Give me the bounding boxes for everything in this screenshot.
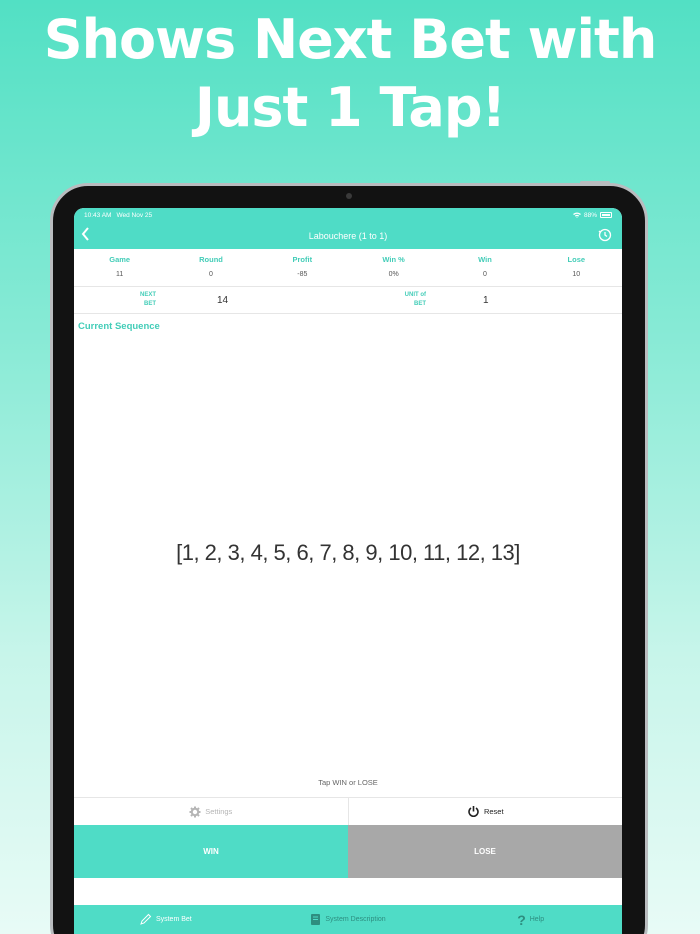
tab-label: System Bet <box>155 916 192 923</box>
tab-system-description[interactable]: System Description <box>257 905 440 934</box>
power-icon <box>468 806 479 817</box>
win-button[interactable]: WIN <box>74 825 348 878</box>
pencil-icon <box>140 913 152 925</box>
stat-value: 0 <box>209 271 213 278</box>
status-time: 10:43 AM <box>84 211 112 219</box>
stat-value: 0% <box>388 271 399 278</box>
next-bet-label-line-2: BET <box>144 301 156 307</box>
unit-bet-label-line-1: UNIT of <box>404 292 426 298</box>
app-screen: 10:43 AM Wed Nov 25 88% Labouchere (1 to… <box>74 208 622 934</box>
reset-button[interactable]: Reset <box>349 798 623 825</box>
next-bet-value: 14 <box>217 295 229 306</box>
tab-label: System Description <box>325 916 386 923</box>
stat-value: 11 <box>116 271 124 278</box>
status-date: Wed Nov 25 <box>116 211 153 219</box>
stat-label: Lose <box>567 255 586 264</box>
battery-icon <box>600 212 612 218</box>
stat-value: -85 <box>297 271 308 278</box>
stats-row: Game 11 Round 0 Profit -85 Win % 0% Win 0 Los… <box>74 249 622 287</box>
result-buttons: WIN LOSE <box>74 825 622 878</box>
stat-lose: Lose 10 <box>531 249 622 286</box>
unit-bet-label-line-2: BET <box>414 301 426 307</box>
chevron-left-icon[interactable] <box>80 226 90 246</box>
unit-bet-label: UNIT of BET <box>392 291 426 309</box>
current-sequence: [1, 2, 3, 4, 5, 6, 7, 8, 9, 10, 11, 12, … <box>176 540 520 565</box>
stat-value: 10 <box>572 271 581 278</box>
headline: Shows Next Bet with Just 1 Tap! <box>0 6 700 142</box>
tab-label: Help <box>529 916 545 923</box>
tab-help[interactable]: ? Help <box>439 905 622 934</box>
tap-hint: Tap WIN or LOSE <box>318 778 378 787</box>
lose-button[interactable]: LOSE <box>348 825 622 878</box>
bet-row: NEXT BET 14 UNIT of BET 1 <box>74 287 622 314</box>
battery-percent: 88% <box>583 211 597 219</box>
stat-label: Round <box>199 255 223 264</box>
status-bar: 10:43 AM Wed Nov 25 88% <box>74 208 622 222</box>
unit-bet-value: 1 <box>483 295 489 306</box>
stat-label: Win <box>478 255 492 264</box>
gear-icon <box>189 806 201 817</box>
clock-history-icon[interactable] <box>598 228 612 244</box>
wifi-icon <box>572 212 581 218</box>
camera-icon <box>346 193 352 199</box>
next-bet-label: NEXT BET <box>134 291 156 309</box>
stat-label: Win % <box>382 255 405 264</box>
reset-label: Reset <box>483 807 504 816</box>
power-button <box>580 181 610 184</box>
page-title: Labouchere (1 to 1) <box>308 230 388 241</box>
next-bet-label-line-1: NEXT <box>139 292 156 298</box>
action-row: Settings Reset <box>74 797 622 825</box>
stat-win-percent: Win % 0% <box>348 249 439 286</box>
stat-value: 0 <box>483 271 487 278</box>
headline-line-2: Just 1 Tap! <box>194 76 506 139</box>
tab-system-bet[interactable]: System Bet <box>74 905 257 934</box>
nav-bar: Labouchere (1 to 1) <box>74 222 622 249</box>
tab-bar: System Bet System Description ? Help <box>74 905 622 934</box>
stat-label: Game <box>109 255 131 264</box>
stat-game: Game 11 <box>74 249 165 286</box>
sequence-title: Current Sequence <box>78 321 160 332</box>
settings-button[interactable]: Settings <box>74 798 349 825</box>
volume-button-bottom <box>645 272 648 302</box>
volume-button-top <box>645 236 648 266</box>
stat-label: Profit <box>292 255 313 264</box>
settings-label: Settings <box>205 807 233 816</box>
stat-win: Win 0 <box>439 249 530 286</box>
headline-line-1: Shows Next Bet with <box>43 8 658 71</box>
question-icon: ? <box>517 911 526 928</box>
stat-profit: Profit -85 <box>257 249 348 286</box>
book-icon <box>311 914 321 925</box>
stat-round: Round 0 <box>165 249 256 286</box>
